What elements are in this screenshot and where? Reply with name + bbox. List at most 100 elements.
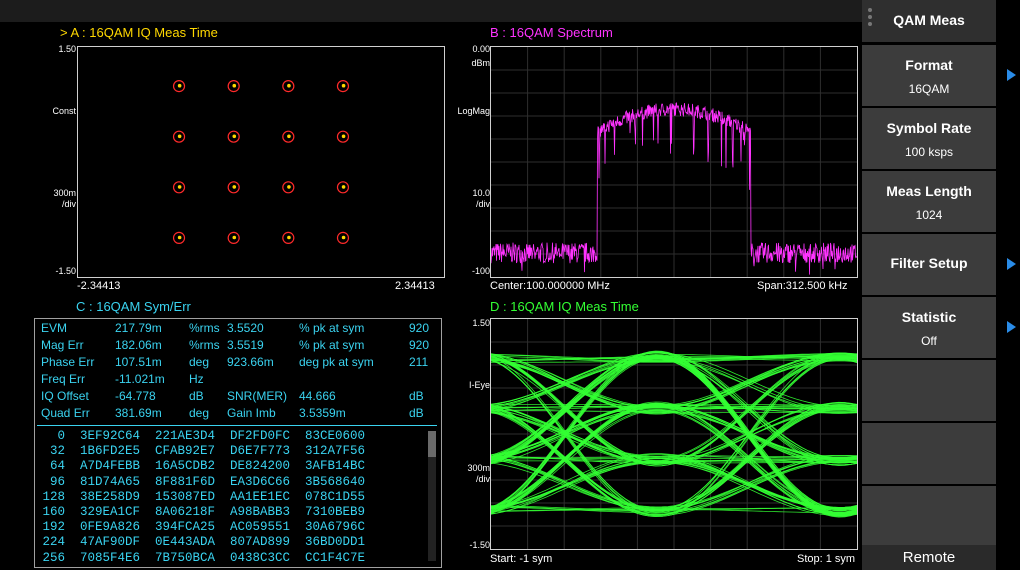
panel-b-span: Span:312.500 kHz — [757, 280, 848, 292]
remote-status: Remote — [862, 545, 996, 570]
metric-cell: 3.5520 — [227, 321, 264, 335]
softkey-empty-3[interactable] — [862, 486, 996, 547]
metric-cell: -64.778 — [115, 389, 156, 403]
submenu-arrow-icon — [1007, 258, 1016, 270]
menu-title: QAM Meas — [893, 12, 965, 28]
symbol-row: 96 81D74A65 8F881F6D EA3D6C66 3B568640 — [35, 474, 366, 489]
measured-symbol-point — [341, 83, 346, 88]
panel-d-scale-unit: /div — [475, 474, 490, 484]
metric-cell: dB — [409, 406, 424, 420]
panel-d-y-bottom: -1.50 — [469, 540, 490, 550]
metric-cell: 920 — [409, 321, 430, 335]
measured-symbol-point — [287, 235, 291, 240]
panel-b-scale-unit: /div — [475, 199, 490, 209]
metric-cell: Mag Err — [41, 338, 84, 352]
softkey-label: Meas Length — [886, 183, 972, 199]
measured-symbol-point — [177, 185, 182, 189]
metric-row: IQ Offset -64.778 dB SNR(MER) 44.666 dB — [39, 389, 439, 406]
panel-a-y-bottom: -1.50 — [55, 266, 76, 276]
softkey-symbol-rate[interactable]: Symbol Rate 100 ksps — [862, 108, 996, 169]
panel-a-scale-value: 300m — [53, 188, 76, 198]
panel-a-x-right: 2.34413 — [395, 280, 435, 292]
panel-b-ref-unit: dBm — [471, 58, 490, 68]
panel-b-title[interactable]: B : 16QAM Spectrum — [490, 25, 613, 40]
symbol-scrollbar[interactable] — [428, 431, 436, 561]
symbol-row: 128 38E258D9 153087ED AA1EE1EC 078C1D55 — [35, 489, 366, 504]
symbol-row: 32 1B6FD2E5 CFAB92E7 D6E7F773 312A7F56 — [35, 444, 366, 459]
eye-diagram-canvas — [491, 319, 857, 549]
softkey-statistic[interactable]: Statistic Off — [862, 297, 1016, 358]
symbol-row: 160 329EA1CF 8A06218F A98BABB3 7310BEB9 — [35, 505, 366, 519]
spectrum-canvas — [491, 47, 857, 277]
softkey-label: Filter Setup — [890, 255, 968, 271]
metric-row: EVM 217.79m %rms 3.5520 % pk at sym 920 — [39, 321, 439, 338]
metric-cell: deg — [189, 406, 210, 420]
panel-b-center: Center:100.000000 MHz — [490, 280, 610, 292]
metric-cell: 381.69m — [115, 406, 162, 420]
panel-b-ref-value: 0.00 — [472, 44, 490, 54]
softkey-value: 1024 — [915, 208, 943, 222]
panel-b-y-bottom: -100 — [471, 266, 490, 276]
softkey-meas-length[interactable]: Meas Length 1024 — [862, 171, 996, 232]
panel-a-title[interactable]: > A : 16QAM IQ Meas Time — [60, 25, 218, 40]
measured-symbol-point — [177, 83, 182, 88]
metric-cell: 923.66m — [227, 355, 274, 369]
metric-cell: 3.5519 — [227, 338, 264, 352]
metric-row: Phase Err 107.51m deg 923.66m deg pk at sym 2… — [39, 355, 439, 372]
panel-d-start: Start: -1 sym — [490, 553, 553, 565]
panel-c-title[interactable]: C : 16QAM Sym/Err — [76, 299, 191, 314]
panel-d-stop: Stop: 1 sym — [797, 553, 856, 565]
panel-a-scale-unit: /div — [61, 199, 76, 209]
sym-err-table[interactable]: EVM 217.79m %rms 3.5520% pk at sym 920 Mag Er… — [34, 318, 442, 568]
softkey-menu: QAM Meas Format 16QAM Symbol Rate 100 ksps M… — [862, 0, 1020, 570]
submenu-arrow-icon — [1007, 69, 1016, 81]
scrollbar-thumb[interactable] — [428, 431, 436, 457]
menu-header[interactable]: QAM Meas — [862, 0, 996, 42]
metric-cell: dB — [409, 389, 424, 403]
measured-symbol-point — [341, 235, 346, 240]
measured-symbol-point — [232, 185, 237, 189]
top-status-bar — [0, 0, 862, 22]
measured-symbol-point — [287, 134, 291, 139]
metric-cell: 217.79m — [115, 321, 162, 335]
panel-d-scale-value: 300m — [467, 463, 490, 473]
spectrum-plot[interactable] — [490, 46, 858, 278]
measured-symbol-point — [232, 235, 237, 240]
softkey-value: Off — [921, 334, 937, 348]
softkey-empty-2[interactable] — [862, 423, 996, 484]
measured-symbol-point — [232, 83, 237, 88]
metric-cell: 107.51m — [115, 355, 162, 369]
softkey-label: Statistic — [901, 309, 957, 325]
grid-lines — [491, 47, 857, 277]
panel-a-y-label: Const — [52, 106, 76, 116]
constellation-plot[interactable] — [77, 46, 445, 278]
eye-diagram-plot[interactable] — [490, 318, 858, 550]
panel-d-y-top: 1.50 — [472, 318, 490, 328]
metric-cell: % pk at sym — [299, 338, 365, 352]
metric-cell: Hz — [189, 372, 204, 386]
table-divider — [37, 425, 437, 426]
measured-symbol-point — [341, 134, 346, 139]
metric-row: Mag Err 182.06m %rms 3.5519 % pk at sym 920 — [39, 338, 439, 355]
metric-cell: 182.06m — [115, 338, 162, 352]
symbol-row: 224 47AF90DF 0E443ADA 807AD899 36BD0DD1 — [35, 535, 366, 550]
panel-b-scale-value: 10.0 — [472, 188, 490, 198]
symbol-row: 192 0FE9A826 394FCA25 AC059551 30A6796C — [35, 520, 366, 535]
metric-cell: SNR(MER) — [227, 389, 287, 403]
panel-b-mode: LogMag — [457, 106, 490, 116]
softkey-empty-1[interactable] — [862, 360, 996, 421]
panel-d-title[interactable]: D : 16QAM IQ Meas Time — [490, 299, 639, 314]
metric-cell: Quad Err — [41, 406, 90, 420]
measured-symbol-point — [287, 83, 291, 88]
measured-symbol-point — [287, 185, 291, 189]
metric-cell: % pk at sym — [299, 321, 365, 335]
panel-a-y-top: 1.50 — [58, 44, 76, 54]
softkey-filter-setup[interactable]: Filter Setup — [862, 234, 1016, 295]
measured-symbol-point — [341, 185, 346, 189]
softkey-format[interactable]: Format 16QAM — [862, 45, 1016, 106]
metric-cell: 920 — [409, 338, 430, 352]
softkey-label: Format — [905, 57, 953, 73]
remote-status-label: Remote — [902, 549, 956, 566]
metric-row: Freq Err -11.021m Hz — [39, 372, 439, 389]
metric-cell: Gain Imb — [227, 406, 276, 420]
